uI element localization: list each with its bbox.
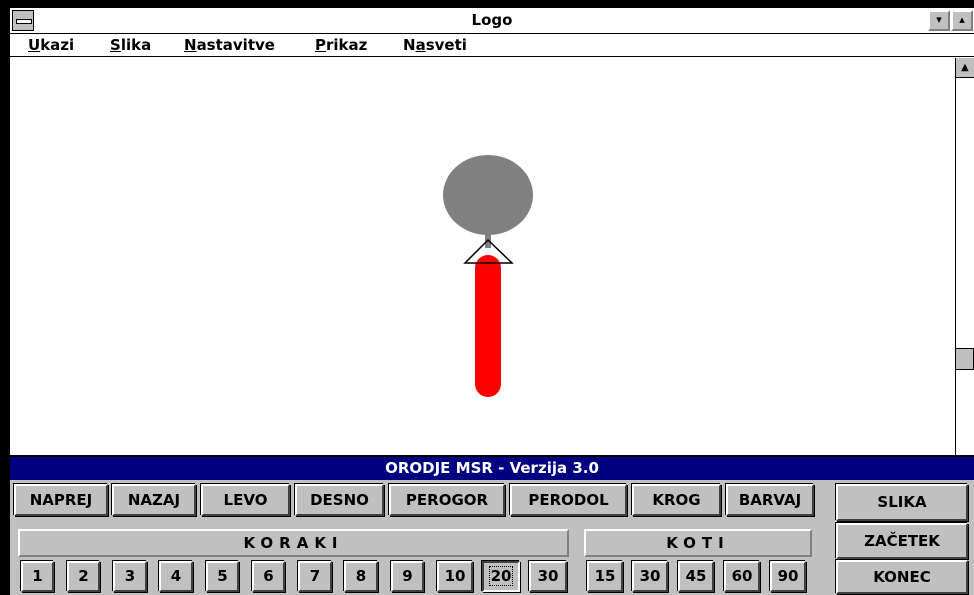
angle-button-30[interactable]: 30 bbox=[632, 561, 668, 592]
minimize-button[interactable]: ▾ bbox=[928, 10, 950, 31]
levo-button[interactable]: LEVO bbox=[201, 484, 290, 516]
konec-button[interactable]: KONEC bbox=[836, 560, 968, 594]
title-bar: Logo ▾ ▴ bbox=[10, 8, 974, 34]
menu-slika[interactable]: Slika bbox=[110, 36, 151, 54]
step-button-2[interactable]: 2 bbox=[67, 561, 100, 592]
turtle-drawing bbox=[443, 155, 533, 397]
step-button-30[interactable]: 30 bbox=[529, 561, 567, 592]
krog-button[interactable]: KROG bbox=[632, 484, 721, 516]
angle-button-90[interactable]: 90 bbox=[770, 561, 806, 592]
zacetek-button[interactable]: ZAČETEK bbox=[836, 523, 968, 559]
step-button-9[interactable]: 9 bbox=[391, 561, 424, 592]
koti-label: KOTI bbox=[584, 529, 812, 557]
maximize-button[interactable]: ▴ bbox=[951, 10, 973, 31]
step-button-10[interactable]: 10 bbox=[437, 561, 473, 592]
scroll-up-arrow-icon[interactable]: ▲ bbox=[956, 58, 974, 78]
step-button-4[interactable]: 4 bbox=[159, 561, 193, 592]
perodol-button[interactable]: PERODOL bbox=[510, 484, 627, 516]
menu-nasveti[interactable]: Nasveti bbox=[403, 36, 467, 54]
naprej-button[interactable]: NAPREJ bbox=[14, 484, 108, 516]
menu-prikaz[interactable]: Prikaz bbox=[315, 36, 367, 54]
tool-panel: ORODJE MSR - Verzija 3.0 NAPREJ NAZAJ LE… bbox=[10, 457, 974, 595]
step-button-20[interactable]: 20 bbox=[482, 561, 520, 592]
menu-bar: Ukazi Slika Nastavitve Prikaz Nasveti bbox=[10, 35, 974, 57]
logo-window: Logo ▾ ▴ Ukazi Slika Nastavitve Prikaz N… bbox=[10, 8, 974, 455]
step-button-6[interactable]: 6 bbox=[252, 561, 285, 592]
menu-nastavitve[interactable]: Nastavitve bbox=[184, 36, 275, 54]
step-button-7[interactable]: 7 bbox=[298, 561, 332, 592]
perogor-button[interactable]: PEROGOR bbox=[389, 484, 505, 516]
nazaj-button[interactable]: NAZAJ bbox=[112, 484, 196, 516]
angle-button-60[interactable]: 60 bbox=[724, 561, 760, 592]
desno-button[interactable]: DESNO bbox=[295, 484, 384, 516]
drawing-canvas[interactable] bbox=[10, 58, 955, 455]
panel-title: ORODJE MSR - Verzija 3.0 bbox=[10, 457, 974, 480]
vertical-scrollbar[interactable]: ▲ bbox=[955, 58, 974, 455]
drawn-circle bbox=[443, 155, 533, 235]
angle-button-45[interactable]: 45 bbox=[678, 561, 714, 592]
step-button-1[interactable]: 1 bbox=[21, 561, 54, 592]
slika-button[interactable]: SLIKA bbox=[836, 484, 968, 521]
menu-ukazi[interactable]: Ukazi bbox=[28, 36, 74, 54]
scroll-thumb[interactable] bbox=[956, 348, 974, 370]
window-title: Logo bbox=[471, 11, 513, 29]
step-button-3[interactable]: 3 bbox=[113, 561, 147, 592]
angle-button-15[interactable]: 15 bbox=[587, 561, 623, 592]
koraki-label: KORAKI bbox=[18, 529, 569, 557]
barvaj-button[interactable]: BARVAJ bbox=[726, 484, 814, 516]
step-button-8[interactable]: 8 bbox=[344, 561, 378, 592]
step-button-5[interactable]: 5 bbox=[206, 561, 239, 592]
